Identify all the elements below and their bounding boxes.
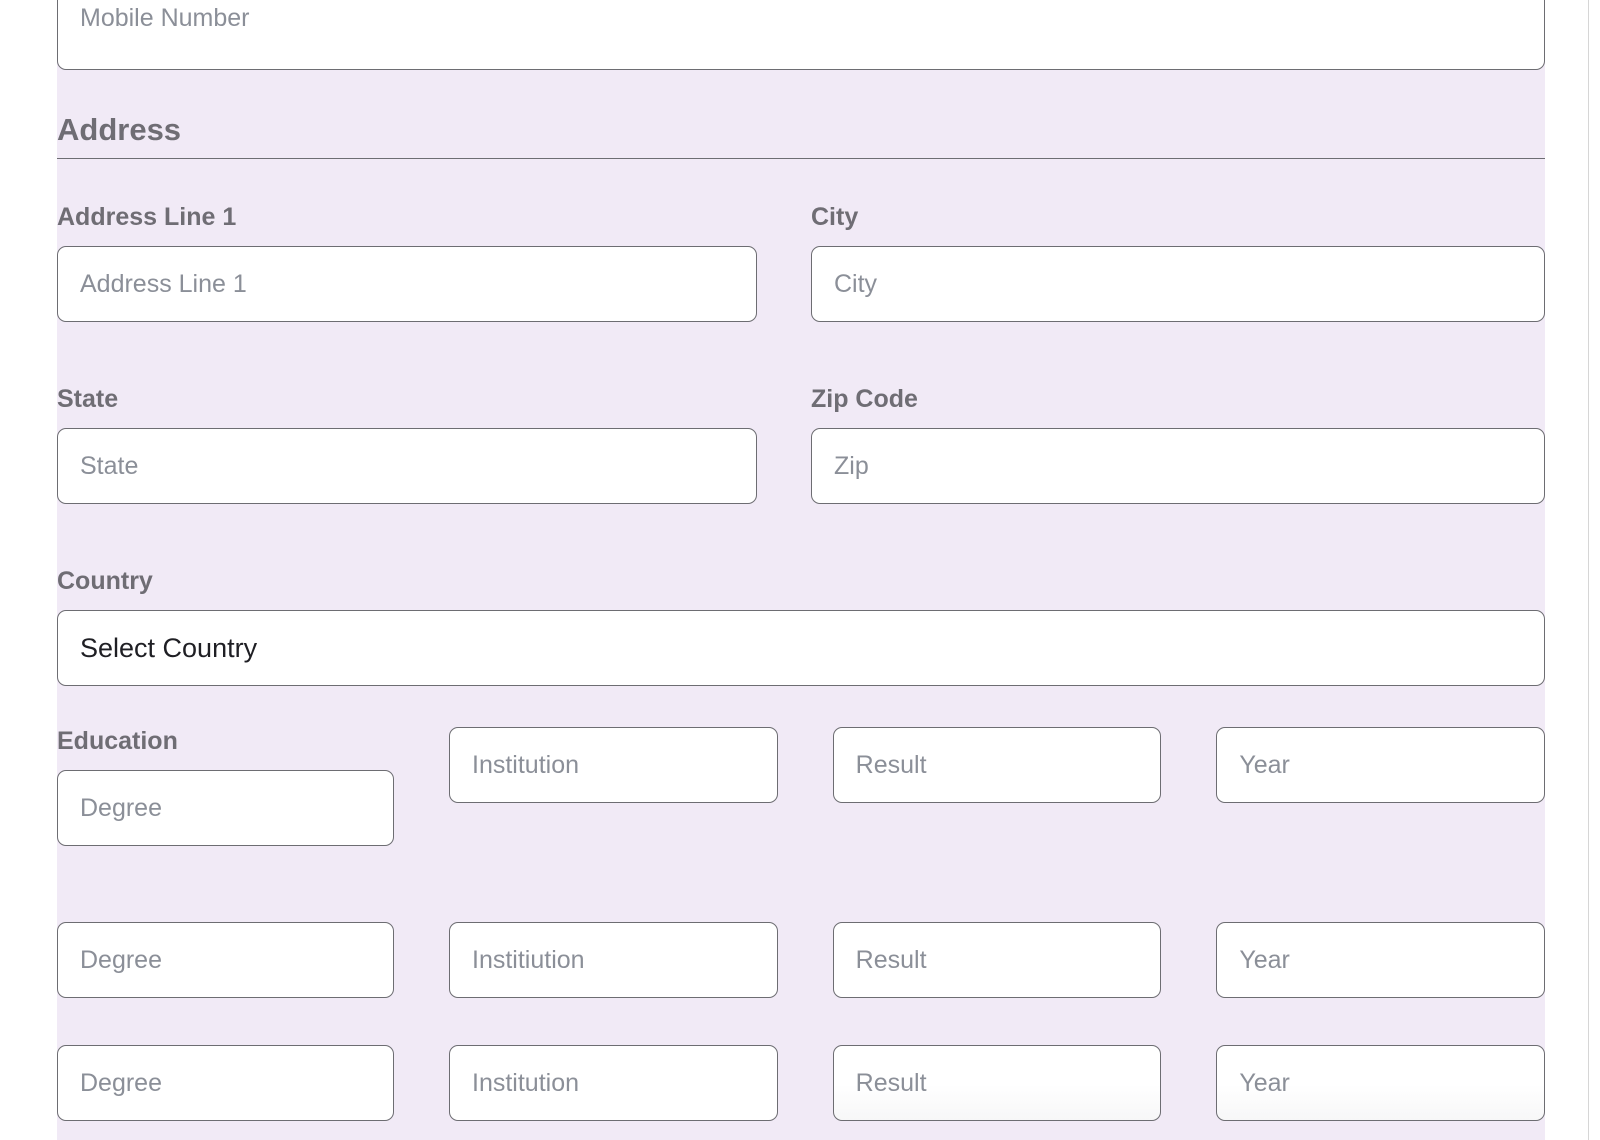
education-institution-input-2[interactable] xyxy=(449,922,778,998)
education-result-input-1[interactable] xyxy=(832,727,1162,803)
education-institution-group-1 xyxy=(449,727,778,846)
city-label: City xyxy=(811,203,859,231)
education-degree-input-2[interactable] xyxy=(57,922,394,998)
country-select-value: Select Country xyxy=(80,633,258,663)
address-section-header: Address xyxy=(57,112,1545,159)
education-result-group-2 xyxy=(832,922,1162,998)
address-row-2: State Zip Code xyxy=(57,385,1545,504)
education-row-1: Education xyxy=(57,727,1545,846)
state-label: State xyxy=(57,385,119,413)
education-year-group-1 xyxy=(1216,727,1545,846)
state-input[interactable] xyxy=(57,428,757,504)
country-label: Country xyxy=(57,567,153,595)
education-year-input-3[interactable] xyxy=(1216,1045,1545,1121)
education-row-2 xyxy=(57,922,1545,998)
education-result-group-1 xyxy=(832,727,1162,846)
country-select[interactable]: Select Country xyxy=(57,610,1545,686)
education-result-group-3 xyxy=(832,1045,1162,1121)
zip-code-input[interactable] xyxy=(811,428,1545,504)
address-line-1-field-group: Address Line 1 xyxy=(57,203,757,322)
mobile-number-input[interactable] xyxy=(57,0,1545,70)
education-degree-input-1[interactable] xyxy=(57,770,394,846)
education-degree-input-3[interactable] xyxy=(57,1045,394,1121)
education-result-input-3[interactable] xyxy=(832,1045,1162,1121)
education-label: Education xyxy=(57,727,178,755)
zip-code-label: Zip Code xyxy=(811,385,918,413)
city-input[interactable] xyxy=(811,246,1545,322)
state-field-group: State xyxy=(57,385,757,504)
education-degree-group-2 xyxy=(57,922,394,998)
education-result-input-2[interactable] xyxy=(832,922,1162,998)
education-year-input-2[interactable] xyxy=(1216,922,1545,998)
browser-viewport: Address Address Line 1 City State xyxy=(0,0,1600,1140)
education-degree-group-3 xyxy=(57,1045,394,1121)
education-row-3 xyxy=(57,1045,1545,1121)
address-row-1: Address Line 1 City xyxy=(57,203,1545,322)
education-year-group-2 xyxy=(1216,922,1545,998)
page-content-area: Address Address Line 1 City State xyxy=(0,0,1588,1140)
education-institution-group-3 xyxy=(449,1045,778,1121)
education-institution-group-2 xyxy=(449,922,778,998)
registration-form-card: Address Address Line 1 City State xyxy=(57,0,1545,1140)
address-line-1-label: Address Line 1 xyxy=(57,203,237,231)
zip-code-field-group: Zip Code xyxy=(811,385,1545,504)
address-line-1-input[interactable] xyxy=(57,246,757,322)
mobile-number-field-group xyxy=(57,0,1545,70)
education-institution-input-3[interactable] xyxy=(449,1045,778,1121)
country-field-group: Country Select Country xyxy=(57,567,1545,686)
address-divider xyxy=(57,158,1545,159)
education-degree-group-1: Education xyxy=(57,727,394,846)
address-heading: Address xyxy=(57,112,182,147)
page-scrollbar[interactable] xyxy=(1588,0,1600,1140)
education-year-input-1[interactable] xyxy=(1216,727,1545,803)
education-institution-input-1[interactable] xyxy=(449,727,778,803)
city-field-group: City xyxy=(811,203,1545,322)
page-scrollbar-thumb[interactable] xyxy=(1591,430,1599,730)
education-year-group-3 xyxy=(1216,1045,1545,1121)
